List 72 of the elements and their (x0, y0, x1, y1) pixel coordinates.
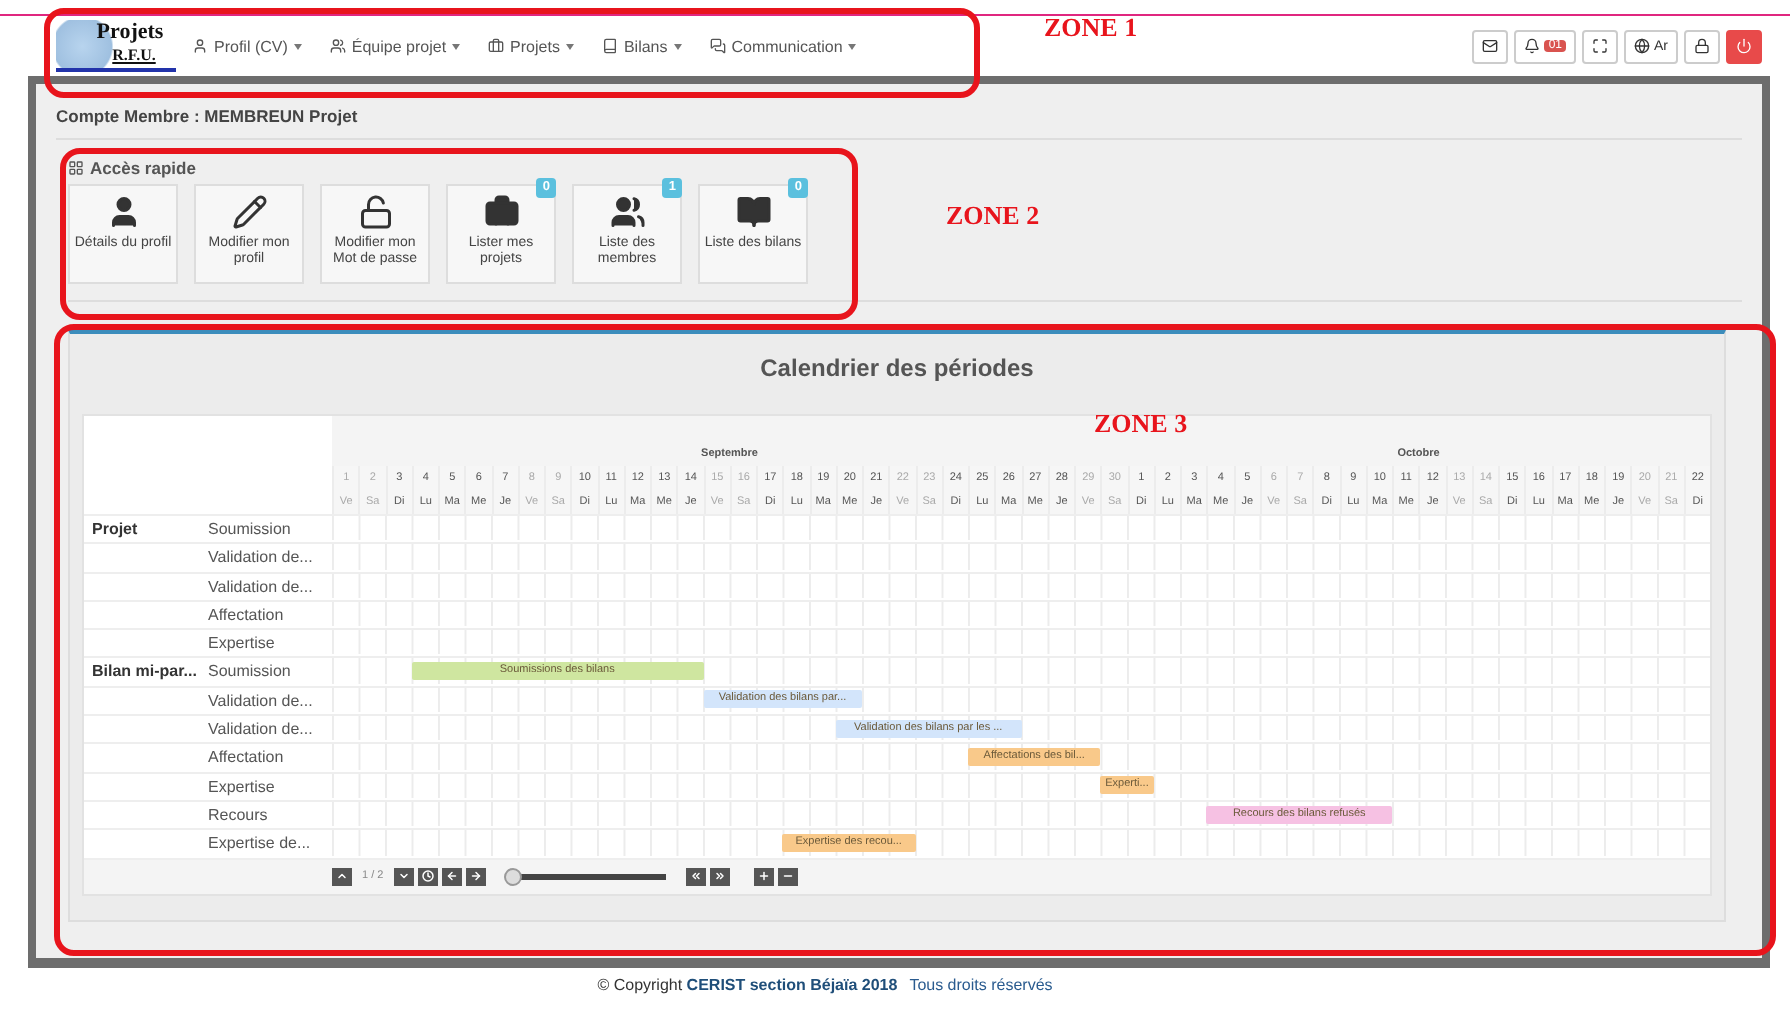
nav-menu[interactable]: Communication (709, 37, 857, 55)
book-icon (735, 194, 771, 230)
calendar-title: Calendrier des périodes (758, 354, 1036, 382)
globe-icon (1634, 38, 1650, 54)
collapse-button[interactable] (685, 867, 706, 886)
breadcrumb: Compte Membre : MEMBREUN Projet (56, 84, 1742, 140)
today-button[interactable] (417, 867, 438, 886)
grid-icon (68, 160, 84, 176)
nav-menu[interactable]: Bilans (601, 37, 682, 55)
nav-menu[interactable]: Profil (CV) (192, 37, 302, 55)
double-chevron-left-icon (689, 870, 702, 883)
section-title: Accès rapide (90, 158, 196, 178)
rights-link[interactable]: Tous droits réservés (909, 976, 1053, 994)
row-label: Expertise (208, 771, 332, 800)
caret-icon (673, 43, 682, 49)
annotation-label: ZONE 2 (946, 200, 1040, 232)
logo[interactable]: Projets R.F.U. (56, 20, 176, 72)
caret-icon (848, 43, 857, 49)
group-label: Bilan mi-par... (84, 656, 208, 686)
next-page-button[interactable] (393, 867, 414, 886)
caret-icon (452, 43, 461, 49)
nav-menu[interactable]: Projets (488, 37, 574, 55)
zoom-in-button[interactable] (753, 867, 774, 886)
row-label: Validation de... (208, 714, 332, 743)
bell-icon (1524, 38, 1541, 54)
power-icon (1736, 38, 1752, 54)
annotation-label: ZONE 1 (1044, 12, 1138, 44)
copyright-text: © Copyright CERIST section Béjaïa 2018 (597, 976, 898, 994)
zoom-out-button[interactable] (777, 867, 798, 886)
nav-menu[interactable]: Équipe projet (329, 37, 461, 55)
scroll-right-button[interactable] (465, 867, 486, 886)
row-label: Expertise (208, 628, 332, 657)
slider-thumb[interactable] (503, 867, 522, 886)
arrow-left-icon (445, 870, 458, 883)
user-icon (192, 38, 208, 54)
fullscreen-button[interactable] (1582, 29, 1618, 63)
caret-icon (565, 43, 574, 49)
envelope-icon (1482, 38, 1499, 54)
row-label: Validation de... (208, 571, 332, 600)
annotation-label: ZONE 3 (1094, 408, 1188, 440)
mail-button[interactable] (1472, 29, 1509, 63)
clock-icon (421, 870, 434, 883)
chevron-down-icon (397, 870, 410, 883)
row-label: Affectation (208, 599, 332, 629)
double-chevron-right-icon (713, 870, 726, 883)
logout-button[interactable] (1726, 29, 1762, 63)
group-label: Projet (84, 514, 208, 543)
plus-icon (757, 870, 770, 883)
briefcase-icon (488, 38, 505, 54)
briefcase-icon (483, 194, 519, 230)
row-label: Soumission (208, 514, 332, 543)
lock-icon (1694, 38, 1710, 54)
pencil-icon (231, 194, 267, 230)
row-label: Validation de... (208, 542, 332, 572)
scroll-left-button[interactable] (441, 867, 462, 886)
expand-button[interactable] (709, 867, 730, 886)
book-icon (601, 38, 618, 54)
users-icon (609, 194, 645, 230)
caret-icon (293, 43, 302, 49)
row-label: Recours (208, 799, 332, 829)
chat-icon (709, 38, 726, 54)
lock-button[interactable] (1684, 29, 1720, 63)
expand-icon (1592, 38, 1608, 54)
chevron-up-icon (336, 870, 348, 883)
users-icon (329, 38, 346, 54)
minus-icon (781, 870, 794, 883)
unlocked-padlock-icon (357, 194, 393, 230)
arrow-right-icon (469, 870, 482, 883)
row-label: Soumission (208, 656, 332, 686)
previous-page-button[interactable] (332, 867, 352, 886)
row-label: Validation de... (208, 685, 332, 715)
row-label: Affectation (208, 742, 332, 772)
